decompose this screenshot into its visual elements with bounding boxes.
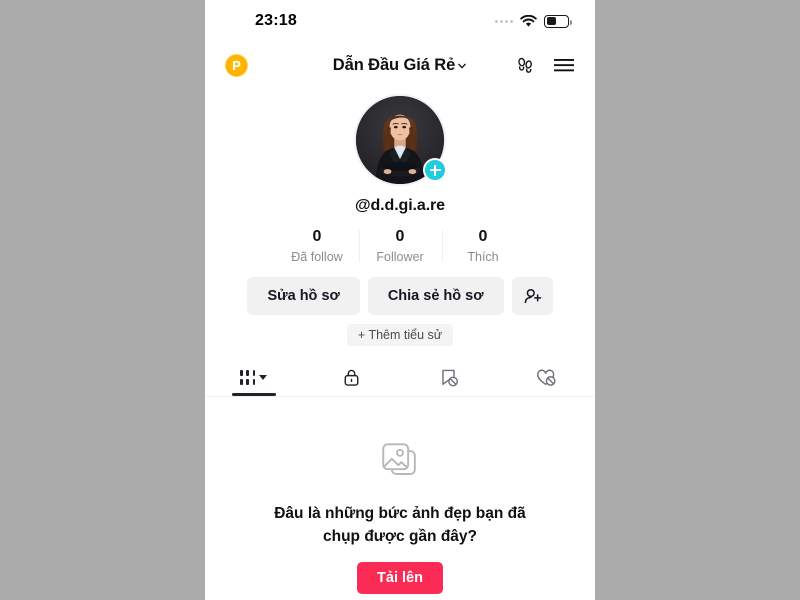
tab-active-underline: [231, 393, 276, 397]
tab-posts[interactable]: [205, 357, 303, 397]
status-bar: 23:18: [205, 0, 595, 42]
lock-icon: [343, 367, 360, 387]
footprints-icon[interactable]: [515, 55, 535, 75]
add-person-button[interactable]: [511, 277, 553, 316]
tab-saved[interactable]: [400, 357, 498, 396]
battery-icon: [544, 14, 572, 28]
plus-icon-vertical: [433, 164, 437, 176]
status-bar-time: 23:18: [255, 12, 297, 29]
hamburger-menu-icon[interactable]: [553, 57, 575, 73]
stat-label: Thích: [467, 250, 499, 265]
stat-value: 0: [478, 228, 488, 245]
photo-stack-icon: [382, 443, 416, 476]
chevron-down-icon[interactable]: [457, 61, 467, 71]
stat-label: Follower: [376, 250, 424, 265]
stat-value: 0: [395, 228, 405, 245]
phone-screen: 23:18 P Dẫn Đầu Giá Rẻ @d.d.gi.a.re 0 Đã…: [205, 0, 595, 600]
tab-liked[interactable]: [498, 357, 596, 396]
grid-posts-icon: [240, 367, 268, 387]
share-profile-button[interactable]: Chia sẻ hồ sơ: [367, 277, 504, 316]
tab-private[interactable]: [303, 357, 401, 396]
upload-button[interactable]: Tải lên: [357, 562, 443, 595]
profile-header: @d.d.gi.a.re: [205, 94, 595, 215]
bio-row: + Thêm tiểu sử: [205, 324, 595, 347]
stat-value: 0: [312, 228, 322, 245]
nav-actions: [515, 55, 575, 75]
heart-slash-icon: [536, 367, 556, 387]
profile-tabs: [205, 357, 596, 398]
profile-stats: 0 Đã follow 0 Follower 0 Thích: [205, 228, 595, 264]
add-person-icon: [524, 288, 541, 304]
page-title: Dẫn Đầu Giá Rẻ: [332, 55, 456, 74]
profile-handle: @d.d.gi.a.re: [355, 197, 445, 214]
add-bio-button[interactable]: + Thêm tiểu sử: [346, 324, 454, 347]
stat-following[interactable]: 0 Đã follow: [276, 228, 359, 264]
chevron-down-icon-tab: [259, 375, 268, 381]
empty-state-title: Đâu là những bức ảnh đẹp bạn đã chụp đượ…: [274, 505, 526, 545]
stat-label: Đã follow: [291, 250, 343, 265]
status-bar-indicators: [495, 14, 572, 28]
stat-likes[interactable]: 0 Thích: [441, 228, 525, 265]
signal-dots-icon: [495, 19, 513, 23]
bookmark-slash-icon: [439, 367, 459, 387]
stat-followers[interactable]: 0 Follower: [358, 228, 442, 265]
edit-profile-button[interactable]: Sửa hồ sơ: [247, 277, 360, 316]
add-avatar-button[interactable]: [423, 158, 447, 182]
empty-state: Đâu là những bức ảnh đẹp bạn đã chụp đượ…: [205, 441, 595, 595]
wifi-icon: [520, 14, 537, 27]
screenshot-root: 23:18 P Dẫn Đầu Giá Rẻ @d.d.gi.a.re 0 Đã…: [0, 0, 800, 600]
coin-badge-icon[interactable]: P: [225, 53, 248, 77]
nav-header: P Dẫn Đầu Giá Rẻ: [205, 42, 595, 88]
avatar-wrapper: [354, 94, 447, 186]
profile-actions: Sửa hồ sơ Chia sẻ hồ sơ: [205, 277, 595, 316]
